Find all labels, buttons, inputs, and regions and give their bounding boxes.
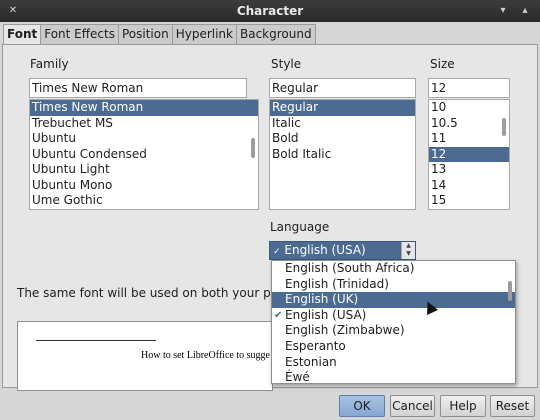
font-preview: How to set LibreOffice to sugge	[17, 321, 273, 391]
size-list[interactable]: 10 10.5 11 12 13 14 15	[428, 99, 510, 210]
family-list-item[interactable]: Ubuntu	[30, 131, 258, 147]
title-bar: Character ✕ ▾ ▴	[0, 0, 540, 22]
tab-position[interactable]: Position	[117, 24, 173, 44]
language-option[interactable]: Esperanto	[272, 339, 515, 355]
style-list[interactable]: Regular Italic Bold Bold Italic	[269, 99, 416, 210]
size-label: Size	[430, 57, 455, 71]
language-selected-value: English (USA)	[284, 243, 366, 257]
language-popup-list[interactable]: English (South Africa) English (Trinidad)…	[271, 260, 516, 384]
language-option[interactable]: English (South Africa)	[272, 261, 515, 277]
tab-hyperlink[interactable]: Hyperlink	[171, 24, 237, 44]
tab-background[interactable]: Background	[235, 24, 316, 44]
language-option-label: English (South Africa)	[285, 261, 415, 275]
size-scroll-thumb[interactable]	[502, 118, 506, 136]
size-input[interactable]: 12	[428, 78, 510, 98]
size-list-item[interactable]: 13	[429, 162, 509, 178]
style-list-item[interactable]: Bold	[270, 131, 415, 147]
family-list-item[interactable]: Ubuntu Light	[30, 162, 258, 178]
size-list-item[interactable]: 10	[429, 100, 509, 116]
family-list-item[interactable]: Ubuntu Mono	[30, 178, 258, 194]
size-list-item[interactable]: 11	[429, 131, 509, 147]
language-dropdown[interactable]: ✓ English (USA) ▲ ▼	[269, 241, 416, 260]
tab-font-effects[interactable]: Font Effects	[40, 24, 119, 44]
language-label: Language	[270, 220, 330, 234]
family-list-item[interactable]: Trebuchet MS	[30, 116, 258, 132]
language-scroll-thumb[interactable]	[508, 281, 512, 301]
size-list-item[interactable]: 12	[429, 146, 509, 162]
language-option-label: English (USA)	[285, 307, 367, 322]
family-scroll-thumb[interactable]	[251, 138, 255, 158]
language-option-label: English (Trinidad)	[285, 276, 389, 291]
language-option-label: Esperanto	[285, 338, 346, 353]
language-option-label: Estonian	[285, 354, 337, 369]
language-option-label: English (UK)	[285, 292, 359, 307]
checkmark-icon: ✔	[274, 309, 283, 321]
language-option[interactable]: English (Trinidad)	[272, 277, 515, 293]
family-label: Family	[30, 57, 69, 71]
language-option[interactable]: ✔ English (USA)	[272, 308, 515, 324]
help-button[interactable]: Help	[440, 395, 486, 417]
maximize-icon[interactable]: ▴	[518, 4, 532, 18]
language-option[interactable]: Estonian	[272, 355, 515, 371]
minimize-icon[interactable]: ▾	[496, 4, 510, 18]
cancel-button[interactable]: Cancel	[390, 395, 435, 417]
language-option[interactable]: English (UK)	[272, 292, 515, 308]
language-option-label: English (Zimbabwe)	[285, 323, 405, 338]
language-option[interactable]: English (Zimbabwe)	[272, 323, 515, 339]
ok-button[interactable]: OK	[339, 395, 385, 417]
tab-bar: Font Font Effects Position Hyperlink Bac…	[3, 24, 316, 45]
preview-baseline	[36, 340, 156, 341]
style-list-item[interactable]: Bold Italic	[270, 147, 415, 163]
size-list-item[interactable]: 10.5	[429, 116, 509, 132]
family-list-item[interactable]: Times New Roman	[30, 100, 258, 116]
window-title: Character	[236, 4, 304, 18]
window-menu-icon[interactable]: ✕	[6, 4, 20, 18]
family-list-item[interactable]: Ume Gothic	[30, 193, 258, 209]
preview-text: How to set LibreOffice to sugge	[141, 350, 270, 361]
style-list-item[interactable]: Italic	[270, 116, 415, 132]
tab-font[interactable]: Font	[3, 24, 42, 45]
size-scrollbar[interactable]	[501, 102, 508, 207]
family-list[interactable]: Times New Roman Trebuchet MS Ubuntu Ubuntu …	[29, 99, 259, 210]
spin-arrows-icon[interactable]: ▲ ▼	[401, 242, 415, 259]
family-scrollbar[interactable]	[250, 102, 257, 207]
language-option-label: Éwé	[285, 370, 310, 384]
style-input[interactable]: Regular	[269, 78, 416, 98]
style-label: Style	[271, 57, 302, 71]
family-list-item[interactable]: Ubuntu Condensed	[30, 147, 258, 163]
size-list-item[interactable]: 15	[429, 193, 509, 209]
family-input[interactable]: Times New Roman	[29, 78, 247, 98]
style-list-item[interactable]: Regular	[270, 100, 415, 116]
language-scrollbar[interactable]	[507, 263, 514, 381]
reset-button[interactable]: Reset	[490, 395, 535, 417]
font-notice-text: The same font will be used on both your …	[17, 286, 304, 300]
language-option[interactable]: Éwé	[272, 370, 515, 384]
chevron-down-icon: ✓	[273, 247, 281, 257]
size-list-item[interactable]: 14	[429, 178, 509, 194]
